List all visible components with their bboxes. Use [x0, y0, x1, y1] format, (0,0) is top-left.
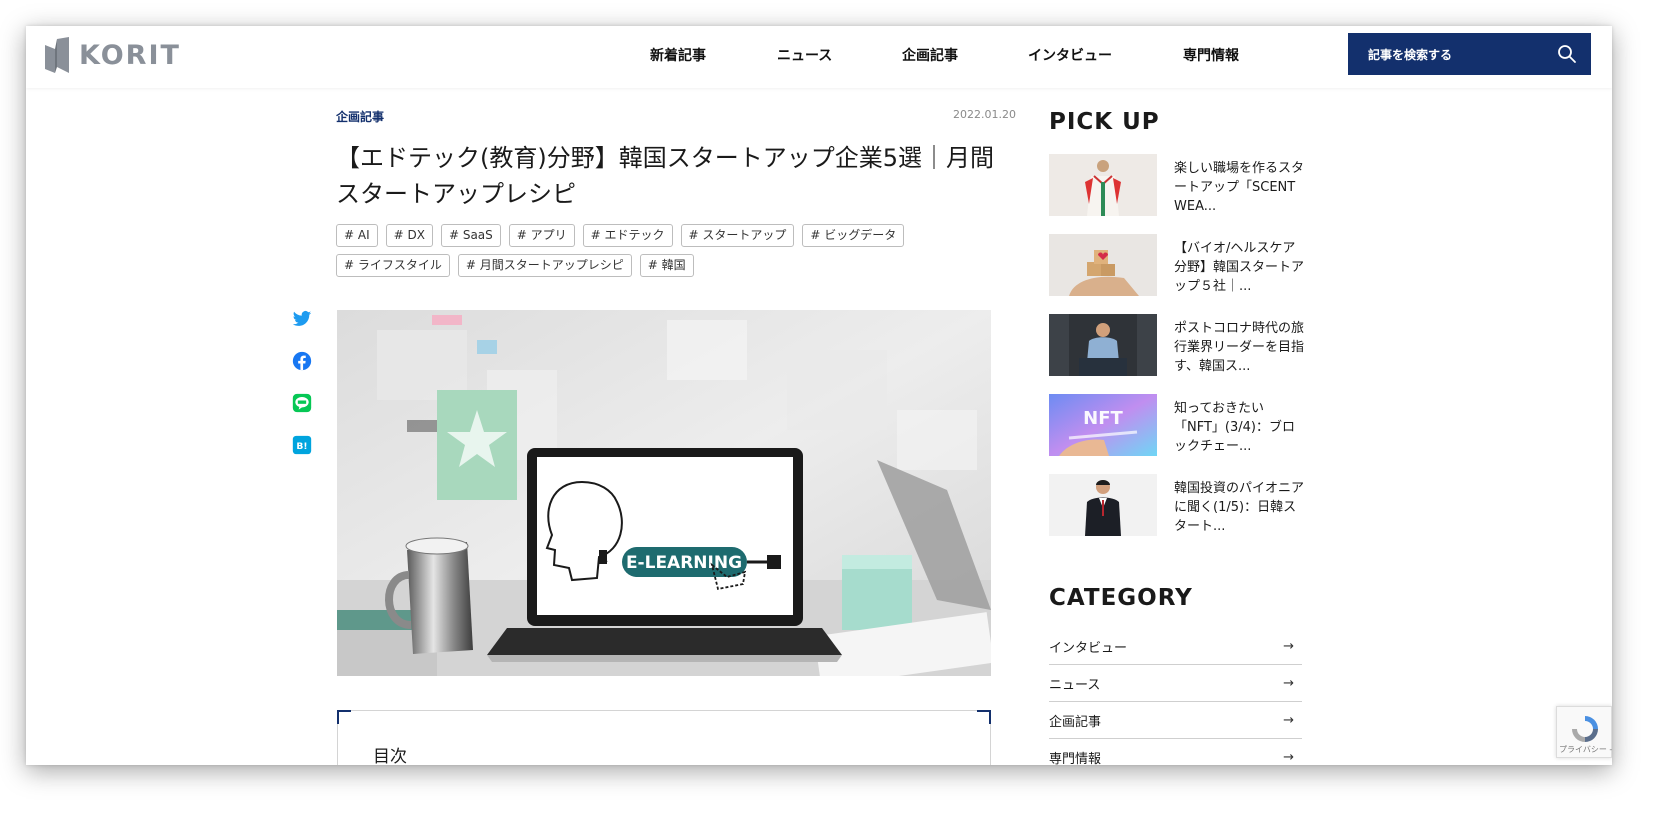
category-heading: CATEGORY [1049, 585, 1193, 611]
pickup-item[interactable]: NFT 知っておきたい「NFT」(3/4)：ブロックチェー... [1049, 394, 1304, 456]
pickup-title[interactable]: ポストコロナ時代の旅行業界リーダーを目指す、韓国ス... [1174, 319, 1304, 376]
pickup-thumbnail [1049, 314, 1157, 376]
hatena-bookmark-icon[interactable]: B! [292, 435, 312, 455]
tag[interactable]: # エドテック [582, 224, 673, 247]
arrow-right-icon: → [1283, 675, 1294, 691]
share-buttons: B! [292, 309, 312, 455]
tag[interactable]: # AI [336, 224, 378, 247]
hero-image: E-LEARNING [337, 310, 991, 676]
pickup-thumbnail [1049, 154, 1157, 216]
pickup-title[interactable]: 知っておきたい「NFT」(3/4)：ブロックチェー... [1174, 399, 1304, 456]
nft-image-text: NFT [1083, 408, 1123, 429]
pickup-list: 楽しい職場を作るスタートアップ「SCENT WEA... 【バイオ/ヘルスケア分… [1049, 154, 1304, 554]
article-title: 【エドテック(教育)分野】韓国スタートアップ企業5選｜月間スタートアップレシピ [336, 144, 994, 208]
tag[interactable]: # 月間スタートアップレシピ [457, 254, 632, 277]
pickup-title[interactable]: 韓国投資のパイオニアに聞く(1/5)：日韓スタート... [1174, 479, 1304, 536]
svg-text:B!: B! [296, 441, 307, 452]
pickup-item[interactable]: 【バイオ/ヘルスケア分野】韓国スタートアップ５社｜... [1049, 234, 1304, 296]
arrow-right-icon: → [1283, 712, 1294, 728]
toc-title: 目次 [373, 747, 407, 765]
site-header: KORIT 新着記事 ニュース 企画記事 インタビュー 専門情報 記事を検索する [26, 26, 1612, 88]
facebook-icon[interactable] [292, 351, 312, 371]
tag[interactable]: # 韓国 [639, 254, 694, 277]
category-item-feature[interactable]: 企画記事 → [1049, 702, 1302, 739]
toc-corner [977, 710, 991, 724]
table-of-contents: 目次 [337, 710, 991, 765]
category-label: ニュース [1049, 677, 1101, 693]
site-logo[interactable]: KORIT [45, 37, 181, 73]
arrow-right-icon: → [1283, 749, 1294, 765]
arrow-right-icon: → [1283, 638, 1294, 654]
category-label: 企画記事 [1049, 714, 1102, 730]
category-item-expert[interactable]: 専門情報 → [1049, 739, 1302, 766]
tag[interactable]: # スタートアップ [680, 224, 795, 247]
tag[interactable]: # DX [385, 224, 433, 247]
logo-text: KORIT [79, 39, 181, 71]
category-item-news[interactable]: ニュース → [1049, 665, 1302, 702]
pickup-title[interactable]: 【バイオ/ヘルスケア分野】韓国スタートアップ５社｜... [1174, 239, 1304, 296]
nav-item-news[interactable]: ニュース [777, 45, 902, 65]
tag[interactable]: # アプリ [508, 224, 575, 247]
pickup-item[interactable]: 韓国投資のパイオニアに聞く(1/5)：日韓スタート... [1049, 474, 1304, 536]
nav-item-new[interactable]: 新着記事 [650, 45, 777, 65]
hero-image-text: E-LEARNING [626, 553, 742, 573]
search-button[interactable]: 記事を検索する [1348, 33, 1591, 75]
pickup-item[interactable]: ポストコロナ時代の旅行業界リーダーを目指す、韓国ス... [1049, 314, 1304, 376]
twitter-icon[interactable] [292, 309, 312, 329]
recaptcha-text[interactable]: プライバシー - 利用規約 [1559, 744, 1612, 755]
search-icon [1558, 45, 1576, 63]
search-label: 記事を検索する [1368, 47, 1453, 62]
tag[interactable]: # ライフスタイル [336, 254, 450, 277]
pickup-item[interactable]: 楽しい職場を作るスタートアップ「SCENT WEA... [1049, 154, 1304, 216]
nav-item-expert[interactable]: 専門情報 [1183, 45, 1239, 65]
pickup-thumbnail [1049, 234, 1157, 296]
pickup-heading: PICK UP [1049, 109, 1160, 135]
recaptcha-icon [1572, 716, 1598, 742]
nav-item-interview[interactable]: インタビュー [1028, 45, 1183, 65]
tag[interactable]: # ビッグデータ [802, 224, 905, 247]
recaptcha-badge[interactable]: プライバシー - 利用規約 [1556, 706, 1612, 758]
pickup-thumbnail [1049, 474, 1157, 536]
category-item-interview[interactable]: インタビュー → [1049, 628, 1302, 665]
main-nav: 新着記事 ニュース 企画記事 インタビュー 専門情報 [650, 45, 1239, 65]
browser-page: KORIT 新着記事 ニュース 企画記事 インタビュー 専門情報 記事を検索する… [26, 26, 1612, 765]
category-label: インタビュー [1049, 640, 1128, 656]
nav-item-feature[interactable]: 企画記事 [902, 45, 1028, 65]
tag[interactable]: # SaaS [440, 224, 501, 247]
line-icon[interactable] [292, 393, 312, 413]
pickup-title[interactable]: 楽しい職場を作るスタートアップ「SCENT WEA... [1174, 159, 1304, 216]
pickup-thumbnail: NFT [1049, 394, 1157, 456]
tag-list: # AI # DX # SaaS # アプリ # エドテック # スタートアップ… [336, 224, 936, 277]
article-date: 2022.01.20 [953, 108, 1016, 121]
toc-corner [337, 710, 351, 724]
category-list: インタビュー → ニュース → 企画記事 → 専門情報 → [1049, 628, 1302, 765]
korit-logo-icon [45, 37, 69, 73]
category-label: 専門情報 [1049, 751, 1102, 766]
article-category[interactable]: 企画記事 [336, 108, 384, 125]
